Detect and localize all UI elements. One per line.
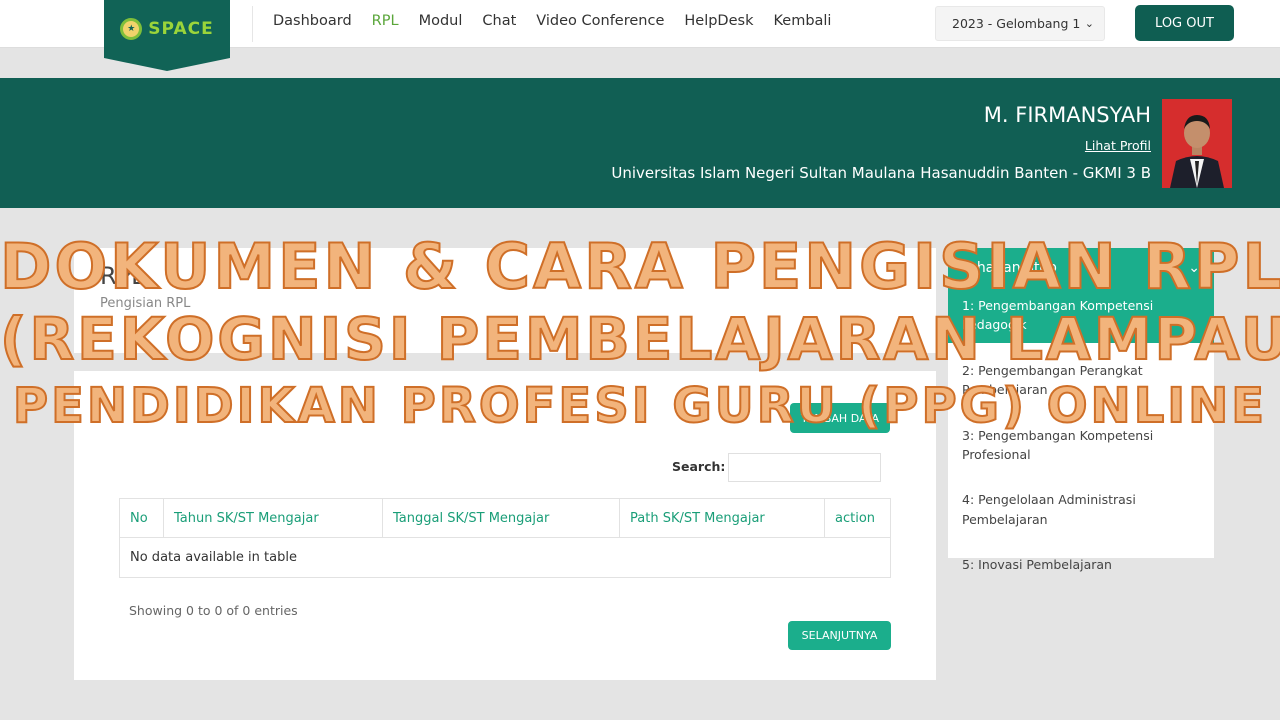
step-item-2[interactable]: 2: Pengembangan Perangkat Pembelajaran [948,353,1214,408]
nav-item-rpl[interactable]: RPL [372,13,399,29]
profile-name: M. FIRMANSYAH [983,103,1151,127]
nav-menu: Dashboard RPL Modul Chat Video Conferenc… [273,13,831,29]
emblem-icon: ★ [120,18,143,40]
step-item-3[interactable]: 3: Pengembangan Kompetensi Profesional [948,418,1214,473]
period-select[interactable]: 2023 - Gelombang 1 ⌄ [935,6,1105,41]
column-header-no[interactable]: No [119,498,164,538]
period-select-value: 2023 - Gelombang 1 [952,16,1081,31]
steps-header[interactable]: Tahapan Step ⌄ [948,248,1214,288]
table-header-row: No Tahun SK/ST Mengajar Tanggal SK/ST Me… [119,498,891,538]
app-logo[interactable]: ★ SPACE [104,0,230,71]
chevron-down-icon: ⌄ [1084,17,1094,30]
column-header-path[interactable]: Path SK/ST Mengajar [619,498,825,538]
steps-header-label: Tahapan Step [962,260,1057,276]
sk-table: No Tahun SK/ST Mengajar Tanggal SK/ST Me… [119,498,891,578]
page-subtitle: Pengisian RPL [100,296,191,311]
chevron-down-icon: ⌄ [1188,260,1200,276]
next-button[interactable]: SELANJUTNYA [788,621,891,650]
add-data-button[interactable]: TAMBAH DATA [790,403,890,433]
steps-list: 1: Pengembangan Kompetensi Pedagogik 2: … [948,288,1214,582]
nav-item-chat[interactable]: Chat [482,13,516,29]
table-info: Showing 0 to 0 of 0 entries [129,603,298,618]
nav-item-modul[interactable]: Modul [419,13,463,29]
nav-item-helpdesk[interactable]: HelpDesk [684,13,753,29]
section-divider [74,353,936,371]
empty-table-message: No data available in table [119,537,891,578]
search-input[interactable] [728,453,881,482]
column-header-tanggal[interactable]: Tanggal SK/ST Mengajar [382,498,620,538]
step-item-1[interactable]: 1: Pengembangan Kompetensi Pedagogik [948,288,1214,343]
page-title: RPL [100,262,145,290]
search-label: Search: [672,459,726,474]
logo-text: SPACE [148,19,214,39]
step-item-4[interactable]: 4: Pengelolaan Administrasi Pembelajaran [948,482,1214,537]
logout-button[interactable]: LOG OUT [1135,5,1234,41]
column-header-action[interactable]: action [824,498,891,538]
column-header-tahun[interactable]: Tahun SK/ST Mengajar [163,498,383,538]
profile-university: Universitas Islam Negeri Sultan Maulana … [611,164,1151,182]
top-navbar: ★ SPACE Dashboard RPL Modul Chat Video C… [0,0,1280,71]
avatar-photo [1162,99,1232,188]
nav-divider [252,6,253,42]
nav-item-video-conference[interactable]: Video Conference [536,13,664,29]
nav-item-dashboard[interactable]: Dashboard [273,13,352,29]
table-row: No data available in table [119,537,891,578]
nav-item-kembali[interactable]: Kembali [773,13,831,29]
view-profile-link[interactable]: Lihat Profil [1085,138,1151,153]
steps-panel: Tahapan Step ⌄ 1: Pengembangan Kompetens… [948,248,1214,572]
step-item-5[interactable]: 5: Inovasi Pembelajaran [948,547,1214,582]
rpl-card: RPL Pengisian RPL TAMBAH DATA Search: No… [74,248,936,680]
avatar [1162,99,1232,188]
